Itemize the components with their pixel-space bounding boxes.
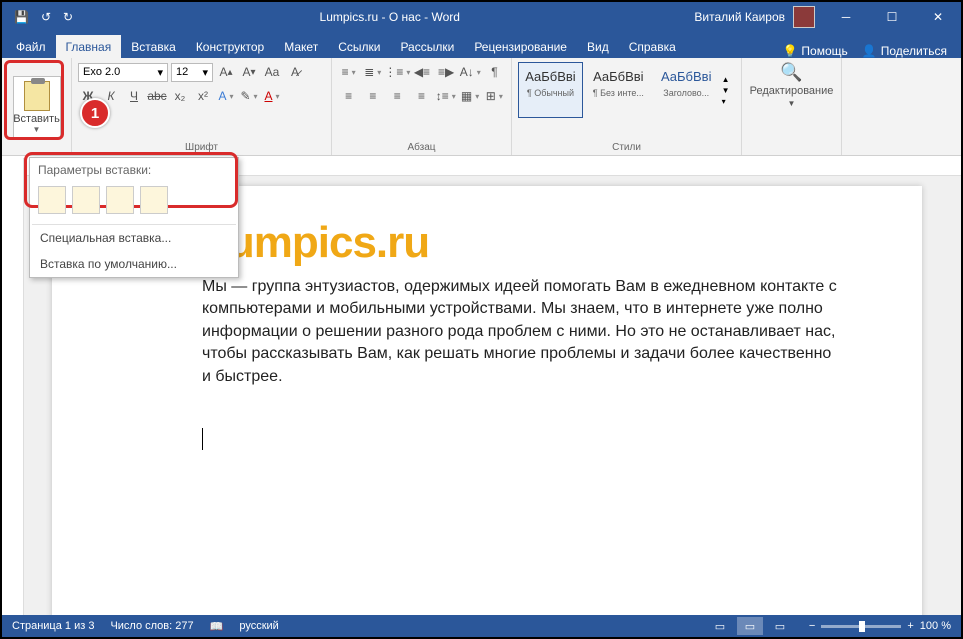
style-heading1[interactable]: АаБбВві Заголово... <box>654 62 719 118</box>
outdent-icon[interactable]: ◀≡ <box>411 62 432 82</box>
web-layout-icon[interactable]: ▭ <box>767 617 793 635</box>
paste-text-only-icon[interactable] <box>140 186 168 214</box>
styles-more-icon[interactable]: ▾ <box>722 97 735 106</box>
text-cursor <box>202 428 203 450</box>
status-bar: Страница 1 из 3 Число слов: 277 📖 русски… <box>2 615 961 637</box>
strike-icon[interactable]: abc <box>147 86 167 106</box>
undo-icon[interactable]: ↺ <box>41 10 51 24</box>
chevron-down-icon: ▼ <box>33 125 41 134</box>
text-effects-icon[interactable]: A <box>216 86 236 106</box>
tab-design[interactable]: Конструктор <box>186 35 274 58</box>
maximize-button[interactable]: ☐ <box>869 2 915 32</box>
sort-icon[interactable]: A↓ <box>460 62 481 82</box>
styles-group: АаБбВві ¶ Обычный АаБбВві ¶ Без инте... … <box>512 58 742 155</box>
annotation-badge-1: 1 <box>80 98 110 128</box>
borders-icon[interactable]: ⊞ <box>484 86 505 106</box>
vertical-ruler[interactable] <box>2 158 24 615</box>
paste-picture-icon[interactable] <box>106 186 134 214</box>
shading-icon[interactable]: ▦ <box>459 86 480 106</box>
close-button[interactable]: ✕ <box>915 2 961 32</box>
tell-me-button[interactable]: 💡 Помощь <box>782 44 847 58</box>
paste-default-item[interactable]: Вставка по умолчанию... <box>30 251 238 277</box>
font-color-icon[interactable]: A <box>262 86 282 106</box>
search-icon: 🔍 <box>780 62 802 83</box>
window-title: Lumpics.ru - О нас - Word <box>85 10 694 24</box>
print-layout-icon[interactable]: ▭ <box>737 617 763 635</box>
styles-up-icon[interactable]: ▲ <box>722 75 735 84</box>
align-right-icon[interactable]: ≡ <box>387 86 408 106</box>
status-words[interactable]: Число слов: 277 <box>110 620 193 632</box>
line-spacing-icon[interactable]: ↕≡ <box>435 86 456 106</box>
zoom-slider[interactable] <box>821 625 901 628</box>
paste-options-menu: Параметры вставки: Специальная вставка..… <box>29 157 239 278</box>
clipboard-group: Вставить ▼ <box>2 58 72 155</box>
align-center-icon[interactable]: ≡ <box>362 86 383 106</box>
superscript-icon[interactable]: x² <box>193 86 213 106</box>
status-language[interactable]: русский <box>239 620 278 632</box>
style-normal[interactable]: АаБбВві ¶ Обычный <box>518 62 583 118</box>
save-icon[interactable]: 💾 <box>14 10 29 24</box>
multilevel-icon[interactable]: ⋮≡ <box>386 62 408 82</box>
clear-format-icon[interactable]: A̷ <box>285 62 305 82</box>
font-name-select[interactable]: Exo 2.0▾ <box>78 63 168 82</box>
zoom-out-icon[interactable]: − <box>809 620 815 632</box>
paste-keep-source-icon[interactable] <box>38 186 66 214</box>
highlight-icon[interactable]: ✎ <box>239 86 259 106</box>
style-no-spacing[interactable]: АаБбВві ¶ Без инте... <box>586 62 651 118</box>
tab-layout[interactable]: Макет <box>274 35 328 58</box>
font-size-select[interactable]: 12▾ <box>171 63 213 82</box>
paste-options-header: Параметры вставки: <box>30 158 238 182</box>
redo-icon[interactable]: ↻ <box>63 10 73 24</box>
zoom-in-icon[interactable]: + <box>907 620 913 632</box>
title-bar: 💾 ↺ ↻ Lumpics.ru - О нас - Word Виталий … <box>2 2 961 32</box>
tab-insert[interactable]: Вставка <box>121 35 186 58</box>
zoom-level[interactable]: 100 % <box>920 620 951 632</box>
underline-icon[interactable]: Ч <box>124 86 144 106</box>
minimize-button[interactable]: ─ <box>823 2 869 32</box>
editing-group: 🔍 Редактирование ▼ <box>742 58 842 155</box>
paste-button[interactable]: Вставить ▼ <box>13 76 61 139</box>
numbering-icon[interactable]: ≣ <box>362 62 383 82</box>
clipboard-icon <box>24 81 50 111</box>
tab-home[interactable]: Главная <box>56 35 122 58</box>
indent-icon[interactable]: ≡▶ <box>436 62 457 82</box>
document-heading: Lumpics.ru <box>202 218 892 268</box>
read-mode-icon[interactable]: ▭ <box>707 617 733 635</box>
document-body: Мы — группа энтузиастов, одержимых идеей… <box>202 276 842 388</box>
ribbon: Вставить ▼ Exo 2.0▾ 12▾ A▴ A▾ Aa A̷ Ж К … <box>2 58 961 156</box>
pilcrow-icon[interactable]: ¶ <box>484 62 505 82</box>
font-group: Exo 2.0▾ 12▾ A▴ A▾ Aa A̷ Ж К Ч abc x₂ x²… <box>72 58 332 155</box>
avatar[interactable] <box>793 6 815 28</box>
user-name[interactable]: Виталий Каиров <box>694 10 785 24</box>
subscript-icon[interactable]: x₂ <box>170 86 190 106</box>
grow-font-icon[interactable]: A▴ <box>216 62 236 82</box>
tab-references[interactable]: Ссылки <box>328 35 390 58</box>
styles-down-icon[interactable]: ▼ <box>722 86 735 95</box>
tab-view[interactable]: Вид <box>577 35 619 58</box>
status-page[interactable]: Страница 1 из 3 <box>12 620 94 632</box>
paste-merge-icon[interactable] <box>72 186 100 214</box>
justify-icon[interactable]: ≡ <box>411 86 432 106</box>
change-case-icon[interactable]: Aa <box>262 62 282 82</box>
paragraph-group: ≡ ≣ ⋮≡ ◀≡ ≡▶ A↓ ¶ ≡ ≡ ≡ ≡ ↕≡ ▦ ⊞ Абзац <box>332 58 512 155</box>
find-button[interactable]: 🔍 Редактирование ▼ <box>750 62 834 108</box>
tab-file[interactable]: Файл <box>6 35 56 58</box>
tab-help[interactable]: Справка <box>619 35 686 58</box>
shrink-font-icon[interactable]: A▾ <box>239 62 259 82</box>
tab-review[interactable]: Рецензирование <box>464 35 577 58</box>
share-button[interactable]: 👤 Поделиться <box>862 44 947 58</box>
tab-mailings[interactable]: Рассылки <box>390 35 464 58</box>
paste-special-item[interactable]: Специальная вставка... <box>30 225 238 251</box>
bullets-icon[interactable]: ≡ <box>338 62 359 82</box>
proofing-icon[interactable]: 📖 <box>210 620 224 633</box>
ribbon-tabs: Файл Главная Вставка Конструктор Макет С… <box>2 32 961 58</box>
align-left-icon[interactable]: ≡ <box>338 86 359 106</box>
